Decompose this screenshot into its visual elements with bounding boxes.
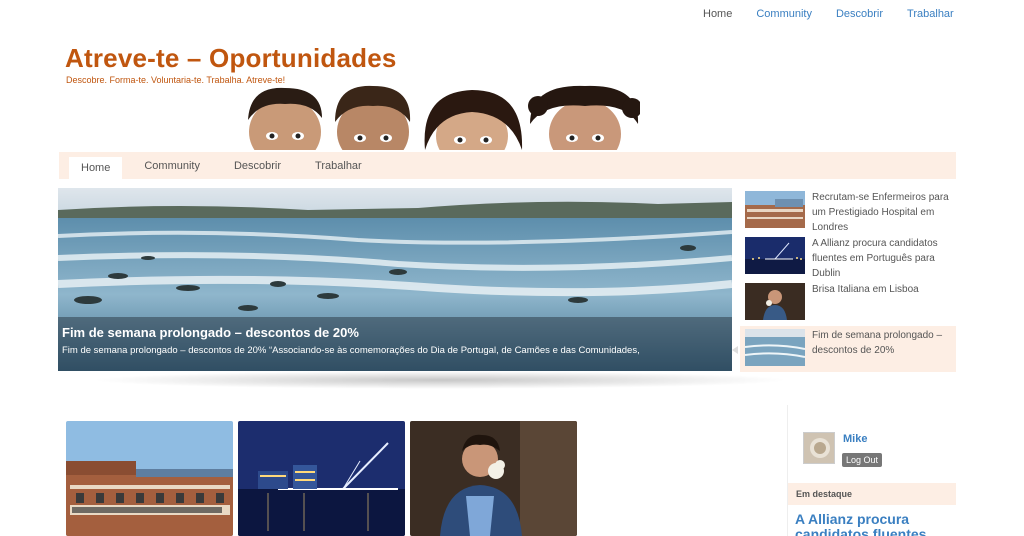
- beach-thumb-image: [745, 329, 805, 366]
- main-menu-descobrir[interactable]: Descobrir: [222, 155, 293, 177]
- user-name[interactable]: Mike: [843, 433, 867, 445]
- main-menu-trabalhar[interactable]: Trabalhar: [303, 155, 374, 177]
- gelato-thumb-image: [745, 283, 805, 320]
- top-nav-home-link[interactable]: Home: [700, 8, 735, 20]
- sidebar-divider: [787, 405, 788, 536]
- site-title[interactable]: Atreve-te – Oportunidades: [65, 43, 397, 74]
- slider-thumb-label: Recrutam-se Enfermeiros para um Prestigi…: [812, 192, 949, 233]
- slider-thumbnail-list: Recrutam-se Enfermeiros para um Prestigi…: [732, 188, 956, 372]
- dublin-thumb-image: [745, 237, 805, 274]
- slider-thumb-active[interactable]: Fim de semana prolongado – descontos de …: [732, 326, 956, 372]
- main-menu-community[interactable]: Community: [132, 155, 212, 177]
- slider-caption-text: Fim de semana prolongado – descontos de …: [62, 345, 640, 356]
- top-nav: Home Community Descobrir Trabalhar: [700, 8, 975, 20]
- slider-thumb[interactable]: Brisa Italiana em Lisboa: [740, 280, 956, 326]
- featured-slider[interactable]: Fim de semana prolongado – descontos de …: [58, 188, 732, 371]
- slider-thumb-label: Brisa Italiana em Lisboa: [812, 284, 919, 295]
- slider-thumb-label: Fim de semana prolongado – descontos de …: [812, 330, 943, 356]
- main-menu: Home Community Descobrir Trabalhar: [59, 152, 956, 179]
- top-nav-trabalhar-link[interactable]: Trabalhar: [904, 8, 957, 20]
- top-nav-descobrir-link[interactable]: Descobrir: [833, 8, 886, 20]
- slider-caption: Fim de semana prolongado – descontos de …: [58, 317, 732, 371]
- post-image-dublin[interactable]: [238, 421, 405, 536]
- slider-caption-title[interactable]: Fim de semana prolongado – descontos de …: [62, 325, 728, 340]
- slider-thumb[interactable]: A Allianz procura candidatos fluentes em…: [740, 234, 956, 280]
- slider-shadow: [90, 371, 790, 389]
- post-image-hospital[interactable]: [66, 421, 233, 536]
- featured-heading: Em destaque: [788, 483, 956, 505]
- main-menu-home[interactable]: Home: [69, 157, 123, 179]
- logout-button[interactable]: Log Out: [842, 453, 883, 467]
- featured-post-title[interactable]: A Allianz procura candidatos fluentes: [795, 512, 955, 536]
- post-image-gelato[interactable]: [410, 421, 577, 536]
- header-people-image: [240, 84, 640, 150]
- user-avatar[interactable]: [803, 432, 835, 464]
- slider-thumb[interactable]: Recrutam-se Enfermeiros para um Prestigi…: [740, 188, 956, 234]
- hospital-thumb-image: [745, 191, 805, 228]
- slider-thumb-label: A Allianz procura candidatos fluentes em…: [812, 238, 938, 279]
- top-nav-community-link[interactable]: Community: [753, 8, 815, 20]
